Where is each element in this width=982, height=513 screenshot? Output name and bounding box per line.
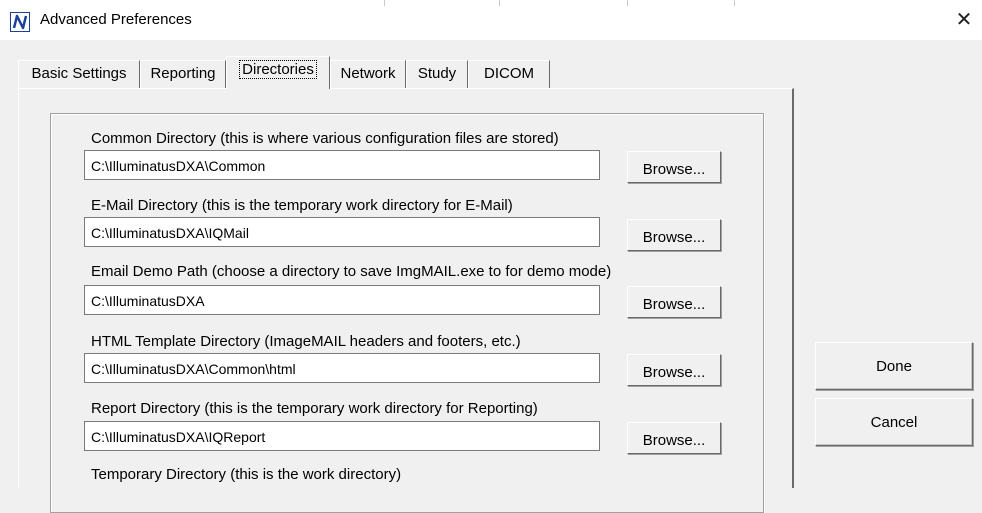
tab-label: Reporting [150, 65, 216, 82]
tab-dicom[interactable]: DICOM [468, 60, 550, 88]
title-bar: Advanced Preferences ✕ [0, 0, 982, 40]
email-directory-label: E-Mail Directory (this is the temporary … [91, 197, 513, 214]
window-title: Advanced Preferences [40, 11, 192, 28]
tab-label: Network [340, 65, 396, 82]
cancel-button[interactable]: Cancel [815, 398, 973, 446]
email-demo-path-label: Email Demo Path (choose a directory to s… [91, 263, 612, 280]
tab-label: Directories [239, 60, 317, 79]
email-directory-browse-button[interactable]: Browse... [627, 219, 721, 251]
html-template-directory-browse-button[interactable]: Browse... [627, 354, 721, 386]
common-directory-label: Common Directory (this is where various … [91, 130, 559, 147]
report-directory-label: Report Directory (this is the temporary … [91, 400, 538, 417]
temporary-directory-label: Temporary Directory (this is the work di… [91, 466, 402, 483]
close-icon[interactable]: ✕ [950, 6, 978, 34]
tab-label: Study [417, 65, 457, 82]
email-directory-input[interactable] [84, 217, 600, 247]
tab-basic-settings[interactable]: Basic Settings [18, 60, 140, 88]
title-divider [384, 0, 385, 6]
tab-study[interactable]: Study [406, 60, 468, 88]
tab-network[interactable]: Network [330, 60, 406, 88]
email-demo-path-input[interactable] [84, 285, 600, 315]
title-divider [627, 0, 628, 6]
email-demo-path-browse-button[interactable]: Browse... [627, 286, 721, 318]
tab-label: DICOM [484, 65, 534, 82]
report-directory-browse-button[interactable]: Browse... [627, 422, 721, 454]
common-directory-browse-button[interactable]: Browse... [627, 151, 721, 183]
report-directory-input[interactable] [84, 421, 600, 451]
done-button[interactable]: Done [815, 342, 973, 390]
tab-label: Basic Settings [31, 65, 127, 82]
html-template-directory-label: HTML Template Directory (ImageMAIL heade… [91, 333, 521, 350]
app-logo-icon [10, 12, 30, 32]
html-template-directory-input[interactable] [84, 353, 600, 383]
common-directory-input[interactable] [84, 150, 600, 180]
title-divider [734, 0, 735, 6]
title-divider [499, 0, 500, 6]
tab-directories[interactable]: Directories [226, 56, 330, 89]
tab-reporting[interactable]: Reporting [140, 60, 226, 88]
